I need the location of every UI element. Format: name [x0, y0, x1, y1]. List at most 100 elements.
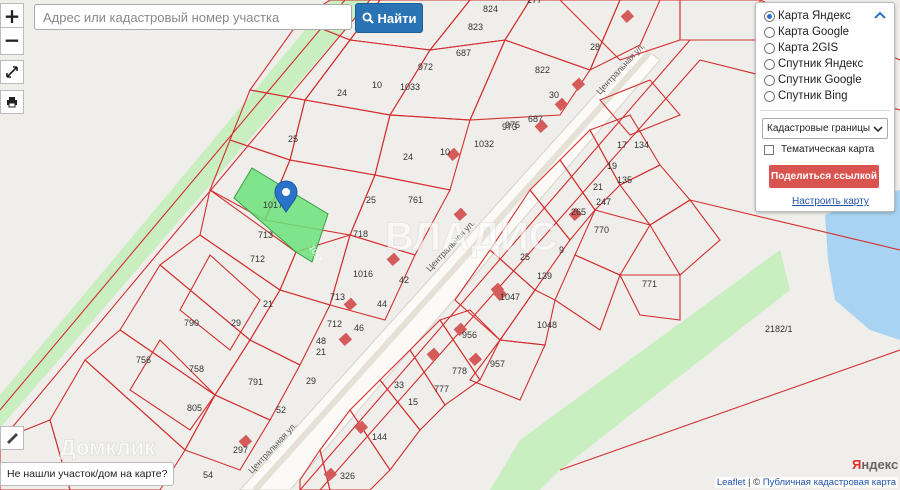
radio-icon[interactable]: [764, 42, 775, 54]
parcel-label: 29: [231, 318, 241, 328]
parcel-label: 718: [353, 229, 368, 239]
parcel-label: 1016: [353, 269, 373, 279]
search-input[interactable]: [34, 4, 352, 30]
parcel-label: 297: [233, 445, 248, 455]
chevron-down-icon: [873, 126, 883, 133]
printer-icon: [7, 97, 17, 108]
parcel-label: 1032: [474, 139, 494, 149]
parcel-label: 54: [203, 470, 213, 480]
parcel-label: 712: [327, 319, 342, 329]
layer-option-2gis-map[interactable]: Карта 2GIS: [764, 42, 838, 54]
parcel-label: 25: [288, 134, 298, 144]
parcel-label: 1048: [537, 320, 557, 330]
parcel-label: 756: [136, 355, 151, 365]
parcel-label: 265: [571, 207, 586, 217]
parcel-label: 33: [394, 380, 404, 390]
parcel-label: 21: [593, 182, 603, 192]
parcel-label: 805: [187, 403, 202, 413]
parcel-label: 21: [316, 347, 326, 357]
layer-panel: Карта Яндекс Карта Google Карта 2GIS Спу…: [755, 2, 895, 212]
cadastral-map-link[interactable]: Публичная кадастровая карта: [763, 477, 896, 488]
radio-icon[interactable]: [764, 74, 775, 86]
not-found-button[interactable]: Не нашли участок/дом на карте?: [0, 462, 175, 486]
boundary-select[interactable]: Кадастровые границы: [762, 118, 888, 139]
parcel-label: 758: [189, 364, 204, 374]
find-button[interactable]: Найти: [355, 3, 423, 33]
leaflet-link[interactable]: Leaflet: [717, 477, 746, 488]
layer-option-google-satellite[interactable]: Спутник Google: [764, 74, 862, 86]
parcel-label: 957: [490, 359, 505, 369]
share-link-button[interactable]: Поделиться ссылкой: [769, 165, 879, 188]
layer-option-yandex-map[interactable]: Карта Яндекс: [764, 10, 851, 22]
parcel-label: 139: [537, 271, 552, 281]
parcel-label: 247: [596, 197, 611, 207]
parcel-label: 144: [372, 432, 387, 442]
checkbox[interactable]: [764, 144, 774, 155]
parcel-label: 1033: [400, 82, 420, 92]
parcel-label: 791: [248, 377, 263, 387]
parcel-label: 30: [549, 90, 559, 100]
parcel-label: 823: [468, 22, 483, 32]
layer-option-bing-satellite[interactable]: Спутник Bing: [764, 90, 848, 102]
parcel-label: 28: [590, 42, 600, 52]
ruler-icon: [6, 432, 18, 444]
parcel-label: 15: [408, 397, 418, 407]
parcel-label: 10: [440, 147, 450, 157]
parcel-label: 822: [535, 65, 550, 75]
parcel-label: 24: [337, 88, 347, 98]
parcel-label: 771: [642, 279, 657, 289]
parcel-label: 17: [617, 140, 627, 150]
divider: [760, 110, 890, 111]
parcel-label: 19: [607, 161, 617, 171]
parcel-label: 761: [408, 195, 423, 205]
parcel-label: 24: [403, 152, 413, 162]
radio-icon[interactable]: [764, 58, 775, 70]
parcel-label: 48: [316, 336, 326, 346]
parcel-label: 2182/1: [765, 324, 793, 334]
thematic-map-toggle[interactable]: Тематическая карта: [764, 144, 874, 155]
watermark-domclick: Домклик: [60, 435, 156, 460]
yandex-logo: Яндекс: [852, 457, 899, 472]
parcel-label: 9: [559, 245, 564, 255]
zoom-out-button[interactable]: −: [0, 27, 24, 55]
parcel-label: 52: [276, 405, 286, 415]
parcel-label: 135: [617, 175, 632, 185]
parcel-label: 778: [452, 366, 467, 376]
parcel-label: 25: [366, 195, 376, 205]
search-icon: [362, 12, 374, 24]
parcel-label: 42: [399, 275, 409, 285]
find-button-label: Найти: [377, 10, 417, 26]
watermark-brand: ВЛАДИС: [385, 215, 557, 259]
parcel-label: 956: [462, 330, 477, 340]
parcel-label: 713: [330, 292, 345, 302]
measure-button[interactable]: [0, 426, 24, 450]
map-attribution: Leaflet | © Публичная кадастровая карта: [714, 477, 898, 488]
parcel-label: 46: [354, 323, 364, 333]
parcel-label: 326: [340, 471, 355, 481]
setup-map-link[interactable]: Настроить карту: [792, 196, 869, 207]
fullscreen-button[interactable]: [0, 60, 24, 84]
parcel-label: 972: [418, 62, 433, 72]
radio-icon[interactable]: [764, 90, 775, 102]
parcel-label: 21: [263, 299, 273, 309]
print-button[interactable]: [0, 90, 24, 114]
expand-icon: [6, 66, 18, 78]
parcel-label: 975: [505, 120, 520, 130]
parcel-label: 134: [634, 140, 649, 150]
parcel-label: 29: [306, 376, 316, 386]
parcel-label: 824: [483, 4, 498, 14]
parcel-label: 277: [527, 0, 542, 5]
parcel-label: 10: [372, 80, 382, 90]
parcel-label: 777: [434, 384, 449, 394]
parcel-label: 1047: [500, 292, 520, 302]
parcel-label: 44: [377, 299, 387, 309]
parcel-label: 712: [250, 254, 265, 264]
parcel-label: 790: [184, 318, 199, 328]
parcel-label: 713: [258, 230, 273, 240]
layer-option-google-map[interactable]: Карта Google: [764, 26, 849, 38]
radio-icon[interactable]: [764, 10, 775, 22]
collapse-chevron-icon[interactable]: [874, 11, 886, 20]
parcel-label: 770: [594, 225, 609, 235]
layer-option-yandex-satellite[interactable]: Спутник Яндекс: [764, 58, 863, 70]
radio-icon[interactable]: [764, 26, 775, 38]
